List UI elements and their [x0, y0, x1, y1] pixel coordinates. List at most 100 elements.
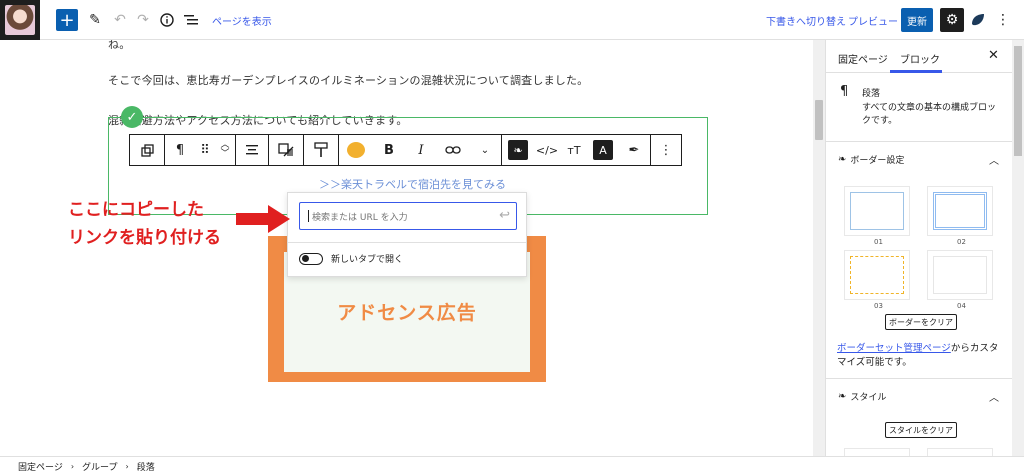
- highlighter-icon: ✒: [628, 142, 640, 158]
- bear-icon: [347, 142, 365, 158]
- block-toolbar: ¶ ⠿ ︿ ﹀ B I ⌄ ❧ </> тT A ✒ ⋮: [129, 134, 682, 166]
- border-style-01[interactable]: [844, 186, 910, 236]
- block-options-button[interactable]: ⋮: [651, 135, 681, 165]
- italic-button[interactable]: I: [405, 135, 437, 165]
- arrow-right-icon: [236, 205, 290, 233]
- info-icon: [160, 13, 174, 27]
- border-set-link[interactable]: ボーダーセット管理ページ: [837, 343, 951, 354]
- undo-button[interactable]: ↶: [111, 11, 129, 29]
- list-view-button[interactable]: [182, 11, 200, 29]
- close-sidebar-button[interactable]: ✕: [988, 48, 999, 63]
- check-icon: ✓: [121, 106, 143, 128]
- link-text[interactable]: ＞＞楽天トラベルで宿泊先を見てみる: [319, 176, 506, 192]
- breadcrumb-item[interactable]: グループ: [82, 460, 117, 473]
- block-style-button[interactable]: [304, 135, 338, 165]
- site-icon-button[interactable]: [0, 0, 40, 40]
- border-style-03[interactable]: [844, 250, 910, 300]
- canvas-scrollbar[interactable]: [813, 40, 825, 456]
- style-panel-title: スタイル: [850, 392, 887, 403]
- settings-button[interactable]: ⚙: [940, 8, 964, 32]
- border-style-caption: 04: [957, 302, 966, 310]
- paragraph-partial[interactable]: ね。: [108, 40, 130, 52]
- plugin-button[interactable]: [968, 10, 988, 30]
- breadcrumb-item[interactable]: 段落: [137, 460, 155, 473]
- convert-block-button[interactable]: [269, 135, 303, 165]
- editor-top-bar: + ✎ ↶ ↷ ページを表示 下書きへ切り替え プレビュー 更新 ⚙ ⋮: [0, 0, 1024, 40]
- border-style-caption: 03: [874, 302, 883, 310]
- new-tab-toggle[interactable]: [299, 252, 323, 265]
- redo-button[interactable]: ↷: [134, 11, 152, 29]
- add-block-button[interactable]: +: [56, 9, 78, 31]
- move-up-down-buttons[interactable]: ︿ ﹀: [215, 135, 235, 165]
- details-button[interactable]: [158, 11, 176, 29]
- sidebar-scrollbar-thumb[interactable]: [1014, 46, 1022, 156]
- breadcrumb-item[interactable]: 固定ページ: [18, 460, 63, 473]
- drag-handle[interactable]: ⠿: [195, 135, 215, 165]
- options-menu-button[interactable]: ⋮: [996, 10, 1010, 30]
- toolbar-group-options: ⋮: [651, 135, 681, 165]
- annotation-line: リンクを貼り付ける: [68, 228, 221, 248]
- border-style-04[interactable]: [927, 250, 993, 300]
- block-type-button[interactable]: ¶: [165, 135, 195, 165]
- more-formats-button[interactable]: ⌄: [469, 135, 501, 165]
- block-name: 段落: [862, 89, 881, 99]
- block-description: すべての文章の基本の構成ブロックです。: [862, 103, 997, 126]
- plus-icon: +: [59, 9, 75, 31]
- border-panel-title: ボーダー設定: [850, 155, 905, 166]
- toolbar-group-align: [236, 135, 269, 165]
- text-caret: [308, 210, 309, 222]
- show-page-link[interactable]: ページを表示: [212, 13, 272, 28]
- style-preview[interactable]: [927, 448, 993, 456]
- edit-tool-button[interactable]: ✎: [86, 11, 104, 29]
- update-button[interactable]: 更新: [901, 8, 933, 32]
- instruction-annotation: ここにコピーした リンクを貼り付ける: [68, 196, 221, 252]
- style-panel-toggle[interactable]: ❧ スタイル ︿: [826, 380, 1012, 412]
- chevron-up-icon: ︿: [989, 156, 999, 167]
- url-input[interactable]: 検索または URL を入力 ↩: [299, 202, 517, 230]
- list-view-icon: [184, 15, 198, 25]
- clear-style-button[interactable]: スタイルをクリア: [885, 422, 957, 438]
- inline-code-button[interactable]: </>: [534, 135, 560, 165]
- enter-icon[interactable]: ↩: [499, 208, 510, 223]
- highlighter-button[interactable]: ✒: [618, 135, 650, 165]
- character-icon-button[interactable]: [339, 135, 373, 165]
- clear-border-button[interactable]: ボーダーをクリア: [885, 314, 957, 330]
- toolbar-group-convert: [269, 135, 304, 165]
- link-button[interactable]: [437, 135, 469, 165]
- new-tab-toggle-row[interactable]: 新しいタブで開く: [299, 252, 403, 265]
- tab-block[interactable]: ブロック: [900, 51, 940, 66]
- sidebar-tabs: 固定ページ ブロック ✕: [826, 40, 1012, 73]
- font-size-button[interactable]: тT: [560, 135, 588, 165]
- sidebar-scrollbar[interactable]: [1012, 40, 1024, 456]
- border-style-02[interactable]: [927, 186, 993, 236]
- avatar: [5, 5, 35, 35]
- switch-to-draft-button[interactable]: 下書きへ切り替え: [766, 13, 846, 28]
- align-button[interactable]: [236, 135, 268, 165]
- preview-button[interactable]: プレビュー: [848, 13, 898, 28]
- convert-block-icon: [278, 143, 294, 157]
- select-parent-button[interactable]: [130, 135, 164, 165]
- paragraph-block[interactable]: そこで今回は、恵比寿ガーデンプレイスのイルミネーションの混雑状況について調査しま…: [108, 72, 588, 88]
- border-preview: [850, 192, 904, 230]
- border-panel-toggle[interactable]: ❧ ボーダー設定 ︿: [826, 143, 1012, 175]
- new-tab-label: 新しいタブで開く: [331, 255, 404, 265]
- bold-button[interactable]: B: [373, 135, 405, 165]
- marker-button[interactable]: ❧: [502, 135, 534, 165]
- divider: [288, 242, 526, 243]
- border-preview: [933, 256, 987, 294]
- text-color-button[interactable]: A: [588, 135, 618, 165]
- canvas-scrollbar-thumb[interactable]: [815, 100, 823, 140]
- tab-page[interactable]: 固定ページ: [838, 51, 888, 66]
- paragraph-icon: ¶: [840, 84, 849, 99]
- link-popover: 検索または URL を入力 ↩ 新しいタブで開く: [287, 192, 527, 277]
- style-preview[interactable]: [844, 448, 910, 456]
- redo-icon: ↷: [137, 12, 149, 28]
- leaf-icon: ❧: [838, 153, 847, 165]
- drag-handle-icon: ⠿: [200, 142, 210, 158]
- border-style-caption: 02: [957, 238, 966, 246]
- undo-icon: ↶: [114, 12, 126, 28]
- chevron-up-icon: ︿: [989, 393, 999, 404]
- leaf-icon: [972, 14, 984, 26]
- close-icon: ✕: [988, 48, 999, 63]
- toolbar-group-extra: ❧ </> тT A ✒: [502, 135, 651, 165]
